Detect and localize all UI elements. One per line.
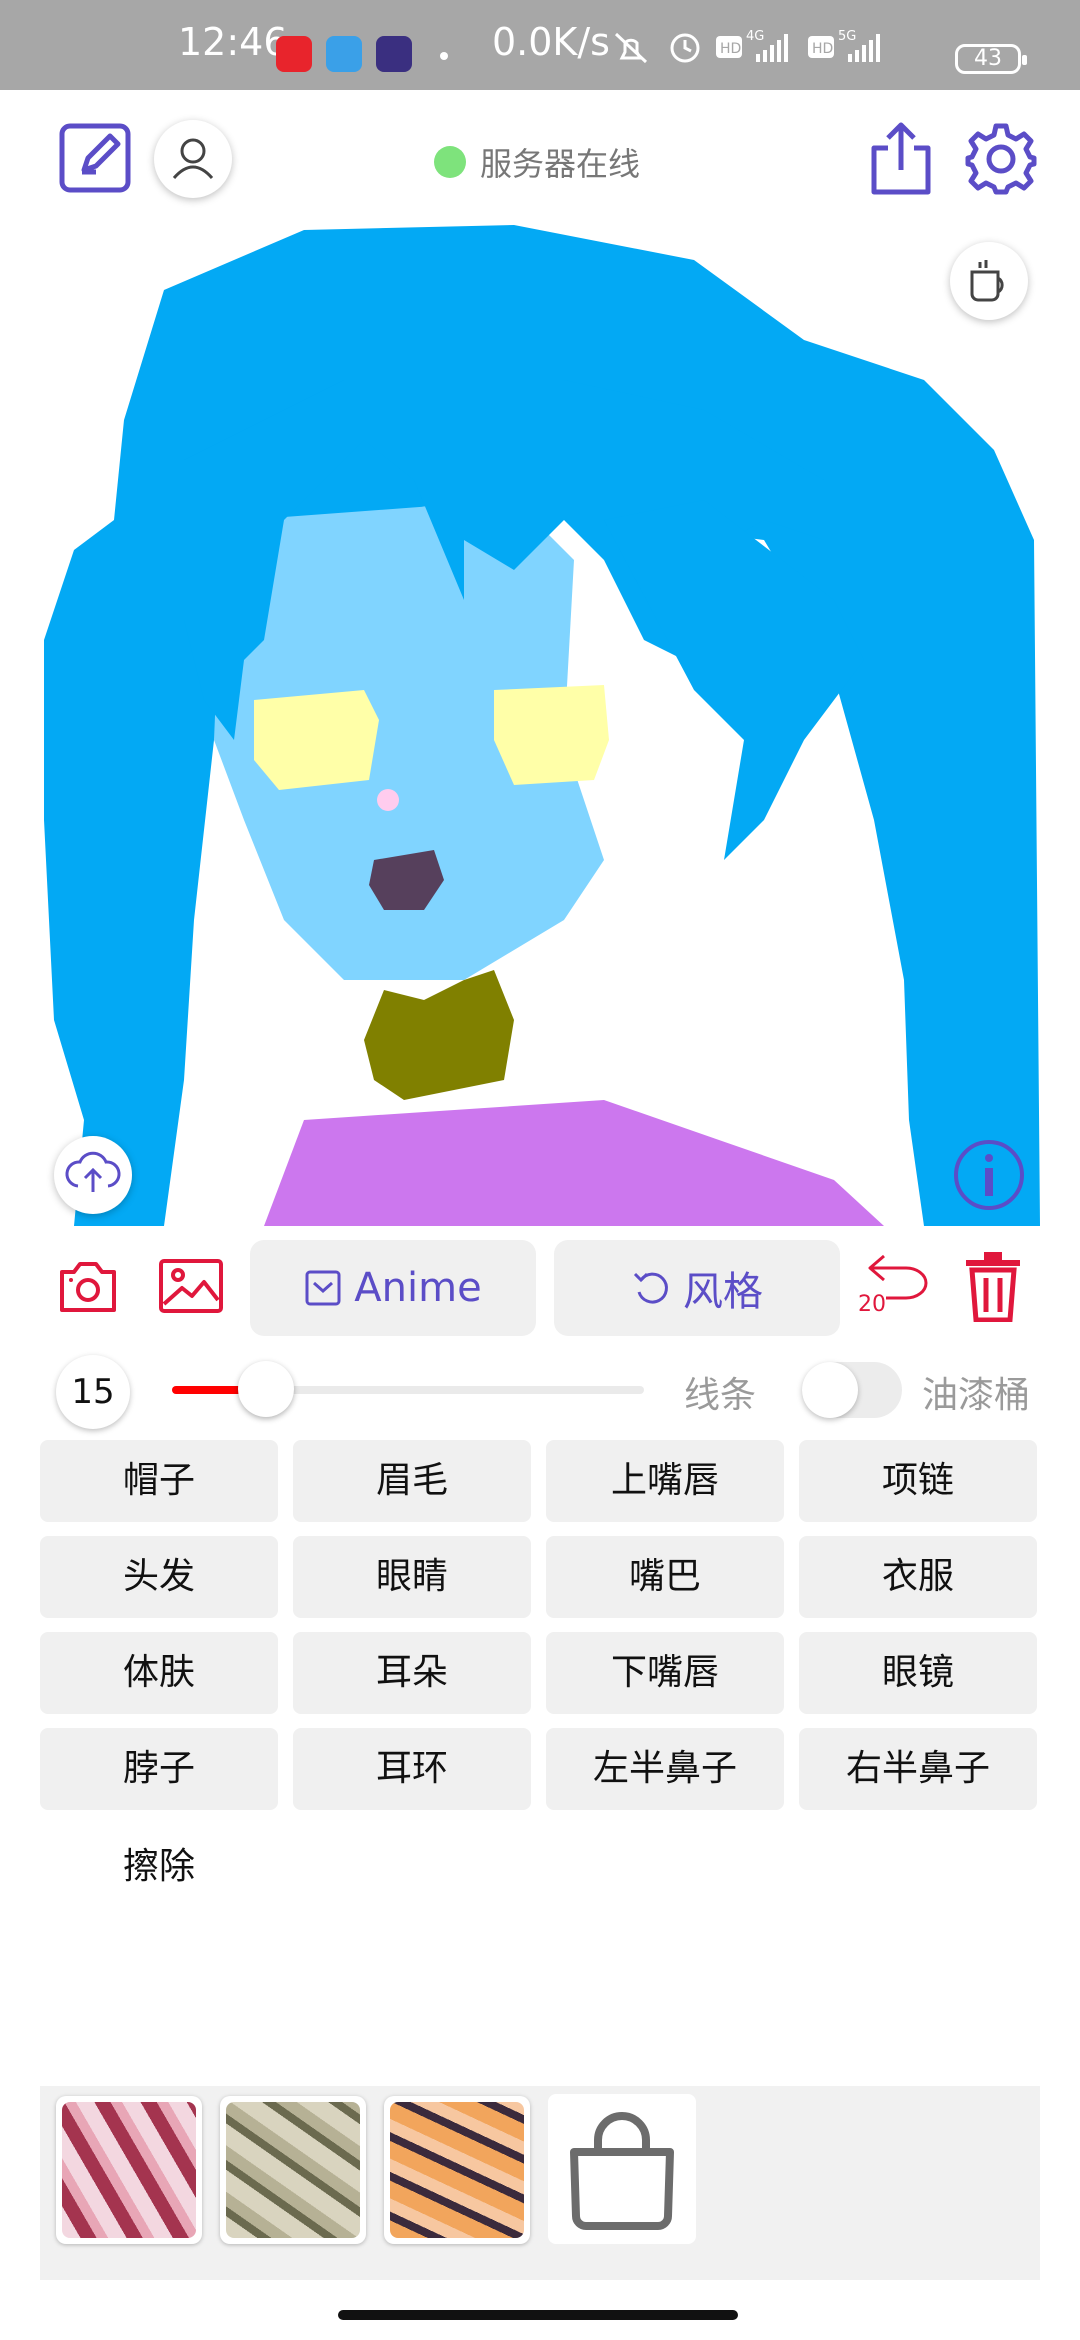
game-notification-icon xyxy=(376,36,412,72)
part-button[interactable]: 帽子 xyxy=(40,1440,278,1522)
coffee-button[interactable] xyxy=(950,242,1028,320)
part-button[interactable]: 耳朵 xyxy=(293,1632,531,1714)
draw-mode-icon[interactable] xyxy=(58,120,134,196)
drawing-canvas[interactable] xyxy=(44,220,1040,1226)
status-time: 12:46 xyxy=(178,20,288,64)
style-thumbnail[interactable] xyxy=(384,2096,530,2244)
anime-mode-label: Anime xyxy=(354,1265,482,1311)
svg-text:HD: HD xyxy=(720,41,741,57)
style-label: 风格 xyxy=(683,1269,763,1315)
trash-icon[interactable] xyxy=(962,1250,1024,1322)
locked-style-slot[interactable] xyxy=(548,2094,696,2244)
anime-mode-button[interactable]: Anime xyxy=(250,1240,536,1336)
lock-bag-icon xyxy=(570,2112,674,2230)
style-button[interactable]: 风格 xyxy=(554,1240,840,1336)
part-button[interactable]: 左半鼻子 xyxy=(546,1728,784,1810)
info-icon[interactable] xyxy=(952,1138,1026,1212)
share-icon[interactable] xyxy=(866,118,936,198)
gallery-image-icon[interactable] xyxy=(158,1258,224,1314)
part-button[interactable]: 耳环 xyxy=(293,1728,531,1810)
slider-thumb[interactable] xyxy=(238,1361,295,1417)
lines-mode-label: 线条 xyxy=(684,1375,757,1416)
undo-count: 20 xyxy=(858,1292,886,1317)
more-notifications-dot xyxy=(440,52,448,60)
paint-bucket-toggle[interactable] xyxy=(802,1362,902,1418)
settings-gear-icon[interactable] xyxy=(962,120,1040,198)
style-thumbnail[interactable] xyxy=(56,2096,202,2244)
part-button[interactable]: 头发 xyxy=(40,1536,278,1618)
rotate-icon xyxy=(633,1272,668,1304)
style-thumbnail[interactable] xyxy=(220,2096,366,2244)
part-button[interactable]: 下嘴唇 xyxy=(546,1632,784,1714)
part-button[interactable]: 眉毛 xyxy=(293,1440,531,1522)
brush-size-slider[interactable] xyxy=(172,1361,644,1417)
erase-button[interactable]: 擦除 xyxy=(40,1826,278,1908)
style-preview-image xyxy=(390,2102,524,2238)
checkbox-icon xyxy=(305,1270,341,1306)
profile-button[interactable] xyxy=(154,120,232,198)
part-button[interactable]: 项链 xyxy=(799,1440,1037,1522)
battery-indicator: 43 xyxy=(955,44,1027,74)
app-notification-icon xyxy=(326,36,362,72)
user-icon xyxy=(172,138,214,180)
svg-text:4G: 4G xyxy=(746,29,764,44)
style-preview-image xyxy=(226,2102,360,2238)
status-bar: 12:46 0.0K/s HD 4G HD 5G 43 xyxy=(0,0,1080,90)
paint-bucket-label: 油漆桶 xyxy=(922,1375,1031,1416)
toggle-knob xyxy=(802,1362,858,1418)
netease-music-icon xyxy=(276,36,312,72)
part-button[interactable]: 脖子 xyxy=(40,1728,278,1810)
home-indicator[interactable] xyxy=(338,2310,738,2320)
brush-size-value: 15 xyxy=(56,1355,130,1429)
server-status-text: 服务器在线 xyxy=(480,145,641,183)
part-button[interactable]: 嘴巴 xyxy=(546,1536,784,1618)
upload-button[interactable] xyxy=(54,1136,132,1214)
part-button[interactable]: 右半鼻子 xyxy=(799,1728,1037,1810)
part-button[interactable]: 眼睛 xyxy=(293,1536,531,1618)
part-button[interactable]: 体肤 xyxy=(40,1632,278,1714)
part-button[interactable]: 上嘴唇 xyxy=(546,1440,784,1522)
coffee-cup-icon xyxy=(970,260,1004,302)
style-preview-image xyxy=(62,2102,196,2238)
camera-icon[interactable] xyxy=(58,1258,118,1314)
cloud-upload-icon xyxy=(65,1151,121,1192)
part-button[interactable]: 眼镜 xyxy=(799,1632,1037,1714)
part-button[interactable]: 衣服 xyxy=(799,1536,1037,1618)
sketch-drawing xyxy=(44,225,1040,1226)
svg-text:5G: 5G xyxy=(838,29,856,44)
network-speed: 0.0K/s xyxy=(492,20,610,64)
svg-text:HD: HD xyxy=(812,41,833,57)
server-status: 服务器在线 xyxy=(434,140,640,184)
style-thumbnail-strip xyxy=(40,2086,1040,2280)
server-online-dot xyxy=(434,146,466,178)
